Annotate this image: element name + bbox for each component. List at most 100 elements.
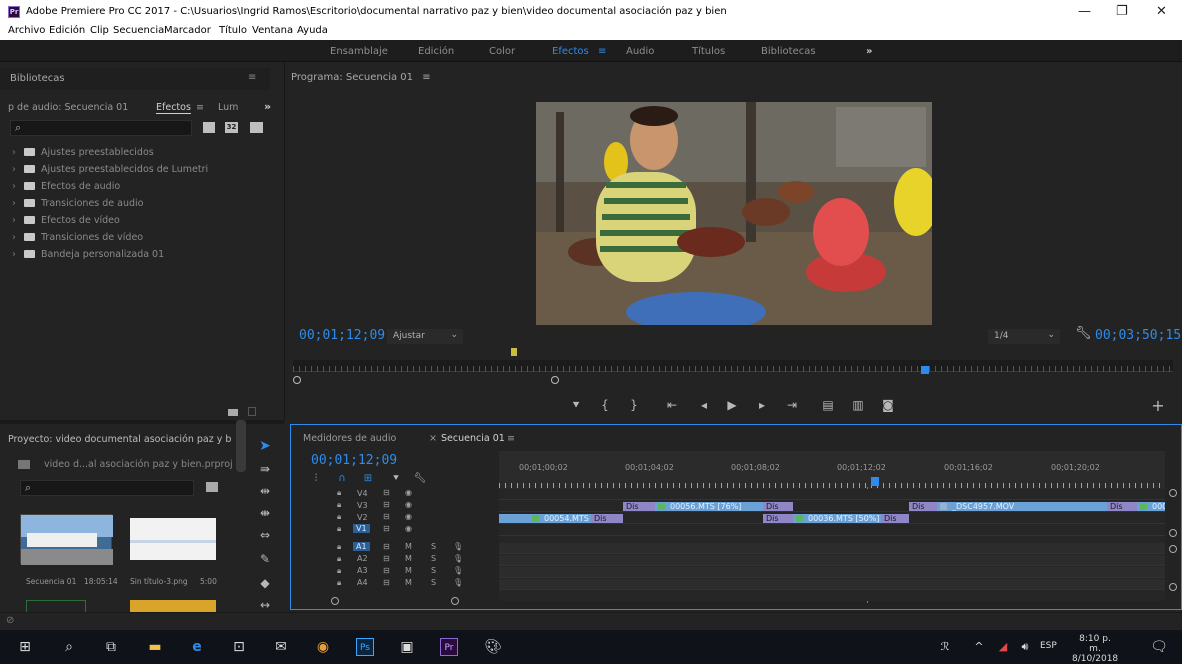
snap-nest-icon[interactable]: ⫶ — [307, 473, 325, 484]
vertical-zoom-handle[interactable] — [1169, 489, 1177, 497]
tab-effects[interactable]: Efectos — [156, 102, 191, 114]
32bit-effects-icon[interactable]: 32 — [225, 122, 238, 133]
solo-button[interactable]: S — [431, 542, 436, 551]
track-a3[interactable]: A3 — [357, 566, 368, 575]
sync-lock-icon[interactable]: ⊟ — [383, 566, 390, 575]
tab-sequence[interactable]: Secuencia 01 — [441, 433, 505, 444]
vertical-zoom-handle[interactable] — [1169, 545, 1177, 553]
transition-dissolve[interactable]: Dis — [909, 502, 937, 511]
transition-dissolve[interactable]: Dis — [1107, 502, 1137, 511]
sync-lock-icon[interactable]: ⊟ — [383, 524, 390, 533]
sync-lock-icon[interactable]: ⊟ — [383, 578, 390, 587]
wrench-icon[interactable]: 🔧︎ — [1075, 326, 1092, 341]
transition-dissolve[interactable]: Dis — [623, 502, 655, 511]
minimize-button[interactable]: — — [1078, 4, 1091, 19]
new-search-bin-icon[interactable] — [206, 482, 218, 492]
timeline-ruler[interactable]: 00;01;00;02 00;01;04;02 00;01;08;02 00;0… — [499, 451, 1165, 489]
volume-icon[interactable]: 🔊︎ — [1016, 638, 1034, 656]
sticky-notes-icon[interactable]: ▣ — [398, 638, 416, 656]
menu-ayuda[interactable]: Ayuda — [297, 25, 328, 36]
clip-00056[interactable]: 00056.MTS [76%] — [655, 502, 763, 511]
clip-000[interactable]: 000 — [1137, 502, 1165, 511]
workspace-menu-icon[interactable]: ≡ — [598, 46, 606, 57]
export-frame-icon[interactable]: ◙ — [879, 398, 897, 412]
add-button-icon[interactable]: + — [1149, 396, 1167, 415]
hand-tool-icon[interactable]: ↔ — [256, 598, 274, 612]
vertical-zoom-handle[interactable] — [1169, 583, 1177, 591]
effects-tree-item[interactable]: › Transiciones de audio — [12, 198, 143, 209]
lift-icon[interactable]: ▤ — [819, 398, 837, 412]
rate-stretch-tool-icon[interactable]: ⇼ — [256, 506, 274, 520]
mic-icon[interactable]: 🎙︎ — [453, 554, 463, 563]
effects-tree-item[interactable]: › Ajustes preestablecidos — [12, 147, 154, 158]
scroll-handle-left[interactable] — [331, 597, 339, 605]
edge-browser-icon[interactable]: e — [188, 638, 206, 656]
workspace-color[interactable]: Color — [489, 46, 515, 57]
transition-dissolve[interactable]: Dis — [591, 514, 623, 523]
eye-icon[interactable]: ◉ — [405, 512, 412, 521]
search-icon[interactable]: ⌕ — [60, 638, 78, 656]
project-search-input[interactable]: ⌕ — [20, 480, 194, 496]
scroll-handle-right[interactable] — [451, 597, 459, 605]
track-v4[interactable]: V4 — [357, 489, 368, 498]
menu-marcador[interactable]: Marcador — [164, 25, 211, 36]
mute-button[interactable]: M — [405, 554, 412, 563]
mark-in-icon[interactable]: { — [596, 398, 614, 412]
people-icon[interactable]: ℛ — [936, 638, 954, 656]
program-current-timecode[interactable]: 00;01;12;09 — [299, 328, 385, 343]
transition-dissolve[interactable]: Dis — [881, 514, 909, 523]
lock-icon[interactable]: 🔒︎ — [337, 578, 341, 588]
tab-menu-icon[interactable]: ≡ — [507, 433, 515, 444]
mute-button[interactable]: M — [405, 578, 412, 587]
new-bin-icon[interactable] — [228, 409, 238, 416]
lock-icon[interactable]: 🔒︎ — [337, 566, 341, 576]
lock-icon[interactable]: 🔒︎ — [337, 554, 341, 564]
transition-dissolve[interactable]: Dis — [763, 502, 793, 511]
effects-tree-item[interactable]: › Efectos de vídeo — [12, 215, 120, 226]
linked-selection-icon[interactable]: ⊞ — [359, 473, 377, 484]
lock-icon[interactable]: 🔒︎ — [337, 488, 341, 498]
settings-wrench-icon[interactable]: 🔧︎ — [411, 473, 429, 484]
thumbnail-image[interactable] — [130, 518, 216, 560]
chrome-icon[interactable]: ◉ — [314, 638, 332, 656]
mute-button[interactable]: M — [405, 566, 412, 575]
pen-tool-icon[interactable]: ✎ — [256, 552, 274, 566]
language-indicator[interactable]: ESP — [1040, 641, 1057, 651]
workspace-titulos[interactable]: Títulos — [692, 46, 725, 57]
mute-button[interactable]: M — [405, 542, 412, 551]
effects-tree-item[interactable]: › Bandeja personalizada 01 — [12, 249, 164, 260]
eye-icon[interactable]: ◉ — [405, 500, 412, 509]
close-tab-icon[interactable]: × — [429, 433, 437, 444]
mark-out-icon[interactable]: } — [625, 398, 643, 412]
solo-button[interactable]: S — [431, 578, 436, 587]
menu-archivo[interactable]: Archivo — [8, 25, 45, 36]
resolution-dropdown[interactable]: 1/4 ⌄ — [988, 329, 1060, 344]
effects-tree-item[interactable]: › Ajustes preestablecidos de Lumetri — [12, 164, 208, 175]
clip-00036[interactable]: 00036.MTS [50%] — [793, 514, 881, 523]
lock-icon[interactable]: 🔒︎ — [337, 542, 341, 552]
sync-lock-icon[interactable]: ⊟ — [383, 554, 390, 563]
workspace-bibliotecas[interactable]: Bibliotecas — [761, 46, 816, 57]
menu-ventana[interactable]: Ventana — [252, 25, 293, 36]
track-v1[interactable]: V1 — [353, 524, 370, 533]
sync-lock-icon[interactable]: ⊟ — [383, 500, 390, 509]
fit-dropdown[interactable]: Ajustar ⌄ — [387, 329, 463, 344]
program-time-ruler[interactable] — [293, 360, 1173, 372]
transition-dissolve[interactable]: Dis — [763, 514, 793, 523]
mic-icon[interactable]: 🎙︎ — [453, 542, 463, 551]
menu-clip[interactable]: Clip — [90, 25, 109, 36]
zoom-handle-right[interactable] — [551, 376, 559, 384]
lock-icon[interactable]: 🔒︎ — [337, 524, 341, 534]
tab-lumetri[interactable]: Lum — [218, 102, 238, 113]
solo-button[interactable]: S — [431, 566, 436, 575]
workspace-ensamblaje[interactable]: Ensamblaje — [330, 46, 388, 57]
track-v2[interactable]: V2 — [357, 513, 368, 522]
tab-audio-meters[interactable]: Medidores de audio — [303, 433, 396, 444]
tab-audio-mixer[interactable]: p de audio: Secuencia 01 — [8, 102, 128, 113]
zoom-handle-left[interactable] — [293, 376, 301, 384]
step-back-icon[interactable]: ◂ — [695, 398, 713, 412]
lock-icon[interactable]: 🔒︎ — [337, 512, 341, 522]
sync-lock-icon[interactable]: ⊟ — [383, 512, 390, 521]
go-to-out-icon[interactable]: ⇥ — [783, 398, 801, 412]
timeline-playhead-handle[interactable] — [871, 477, 879, 486]
